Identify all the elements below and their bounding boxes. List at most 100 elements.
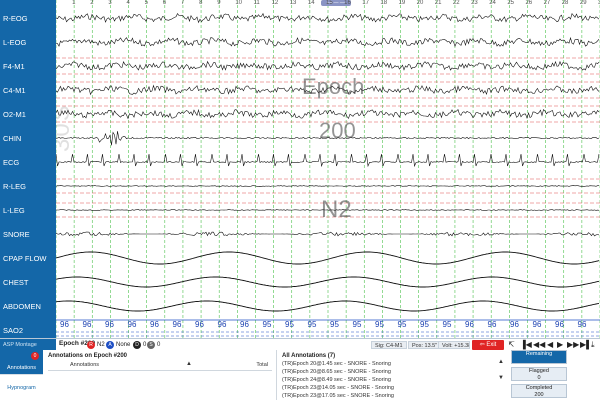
stage-button-snore[interactable]: S 0 <box>147 341 160 349</box>
channel-label[interactable]: R-EOG <box>0 14 59 23</box>
spo2-value-label: 95 <box>262 320 272 329</box>
flagged-label: Flagged <box>529 368 549 374</box>
side-nav: Annotations 0 Hypnogram <box>0 350 43 401</box>
arousal-icon: A <box>106 341 114 349</box>
scoring-stats: Remaining Flagged 0 Completed 200 <box>511 350 571 400</box>
channel-label[interactable]: CPAP FLOW <box>0 254 59 263</box>
waveform-area[interactable]: — — — 30S Epoch 200 N2 1 2 3 4 5 6 7 8 9 10 11 12 13… <box>56 0 600 338</box>
spo2-value-label: 96 <box>60 320 69 329</box>
remaining-stat[interactable]: Remaining <box>511 350 567 364</box>
fullscreen-icon[interactable]: ↸ <box>508 340 515 350</box>
waveform-canvas <box>56 0 600 338</box>
second-tick-label: 11 <box>253 0 260 6</box>
arousal-value-label: None <box>116 342 131 348</box>
scroll-up-icon[interactable]: ▲ <box>497 359 505 365</box>
annotations-scrollbar[interactable]: ▲ ▼ <box>497 355 505 387</box>
second-tick-label: 3 <box>108 0 112 6</box>
rewind-icon[interactable]: ◀◀ <box>533 340 545 350</box>
nav-hypnogram[interactable]: Hypnogram <box>0 374 43 401</box>
second-tick-label: 27 <box>543 0 551 6</box>
channel-label[interactable]: O2-M1 <box>0 110 59 119</box>
flagged-stat[interactable]: Flagged 0 <box>511 367 567 381</box>
second-tick-label: 13 <box>289 0 297 6</box>
stage-button-desat[interactable]: D 0 <box>133 341 146 349</box>
next-epoch-icon[interactable]: ▶ <box>557 340 563 350</box>
second-tick-label: 4 <box>126 0 130 6</box>
annotation-row[interactable]: (TR)Epoch 23@17.05 sec - SNORE - Snoring <box>282 393 394 399</box>
channel-label[interactable]: L-EOG <box>0 38 59 47</box>
second-tick-label: 21 <box>434 0 442 6</box>
annotation-row[interactable]: (TR)Epoch 20@8.65 sec - SNORE - Snoring <box>282 369 391 375</box>
channel-label-column: R-EOG L-EOG F4-M1 C4-M1 O2-M1 CHIN ECG R-LEG L-L… <box>0 0 56 338</box>
channel-label[interactable]: SAO2 <box>0 326 59 335</box>
spo2-value-label: 95 <box>330 320 339 329</box>
column-total[interactable]: Total <box>256 362 268 368</box>
annotation-row[interactable]: (TR)Epoch 23@14.05 sec - SNORE - Snoring <box>282 385 394 391</box>
channel-trace <box>56 231 600 237</box>
channel-label[interactable]: F4-M1 <box>0 62 59 71</box>
completed-stat[interactable]: Completed 200 <box>511 384 567 398</box>
second-tick-label: 2 <box>90 0 94 6</box>
channel-label[interactable]: R-LEG <box>0 182 59 191</box>
nav-annotations-label: Annotations <box>6 365 37 371</box>
snore-icon: S <box>147 341 155 349</box>
channel-label[interactable]: CHIN <box>0 134 59 143</box>
epoch-overlay-number: 200 <box>319 118 356 143</box>
spo2-value-label: 95 <box>352 320 362 329</box>
previous-epoch-icon[interactable]: ◀ <box>547 340 553 350</box>
channel-trace <box>56 153 600 168</box>
channel-trace <box>56 36 600 48</box>
signal-field[interactable]: Sig: C4-M1 <box>371 341 407 349</box>
channel-trace <box>56 300 600 312</box>
second-tick-label: 9 <box>217 0 221 6</box>
fast-forward-icon[interactable]: ▶▶ <box>567 340 579 350</box>
annotation-count-badge: 0 <box>31 352 39 360</box>
position-field[interactable]: Pos: 13.5" <box>408 341 442 349</box>
all-annotations-title: All Annotations (7) <box>282 353 336 359</box>
column-annotations[interactable]: Annotations <box>70 362 99 368</box>
spo2-value-label: 96 <box>465 320 474 329</box>
channel-label[interactable]: SNORE <box>0 230 59 239</box>
annotation-row[interactable]: (TR)Epoch 24@8.49 sec - SNORE - Snoring <box>282 377 391 383</box>
spo2-value-label: 96 <box>127 320 137 329</box>
second-tick-label: 17 <box>362 0 369 6</box>
spo2-value-label: 95 <box>442 320 452 329</box>
channel-trace <box>56 251 600 265</box>
epoch-overlay-label: Epoch <box>302 74 365 99</box>
spo2-value-label: 95 <box>420 320 429 329</box>
stage-button-sleep[interactable]: R N2 <box>87 341 105 349</box>
spo2-value-label: 96 <box>172 320 182 329</box>
remaining-label: Remaining <box>525 351 553 357</box>
second-tick-label: 8 <box>199 0 203 6</box>
second-tick-label: 24 <box>489 0 496 6</box>
sleep-stage-overlay: N2 <box>321 196 352 223</box>
second-tick-label: 25 <box>507 0 515 6</box>
spo2-value-label: 96 <box>217 320 227 329</box>
second-tick-label: 5 <box>144 0 148 6</box>
spo2-value-label: 96 <box>150 320 159 329</box>
spo2-value-label: 96 <box>240 320 249 329</box>
exit-label: Exit <box>486 342 497 348</box>
channel-label[interactable]: C4-M1 <box>0 86 59 95</box>
snore-value-label: 0 <box>157 342 161 348</box>
spo2-value-label: 96 <box>105 320 114 329</box>
channel-trace <box>56 12 600 24</box>
stage-button-arousal[interactable]: A None <box>106 341 130 349</box>
first-epoch-icon[interactable]: ▐◀ <box>520 340 532 350</box>
second-tick-label: 6 <box>162 0 167 6</box>
second-tick-label: 19 <box>398 0 406 6</box>
sort-icon[interactable]: ▲ <box>186 361 192 367</box>
annotation-row[interactable]: (TR)Epoch 20@1.45 sec - SNORE - Snoring <box>282 361 391 367</box>
download-icon[interactable]: ⤓ <box>591 340 595 350</box>
channel-label[interactable]: L-LEG <box>0 206 59 215</box>
channel-label[interactable]: CHEST <box>0 278 59 287</box>
voltage-field[interactable]: Volt: +15.38 µV <box>438 341 470 349</box>
scroll-down-icon[interactable]: ▼ <box>497 375 505 381</box>
channel-label[interactable]: ECG <box>0 158 59 167</box>
exit-button[interactable]: ⇦ Exit <box>472 340 504 350</box>
channel-label[interactable]: ABDOMEN <box>0 302 59 311</box>
second-tick-label: 10 <box>235 0 243 6</box>
spo2-value-label: 95 <box>307 320 317 329</box>
desat-icon: D <box>133 341 141 349</box>
second-tick-label: 15 <box>326 0 333 6</box>
